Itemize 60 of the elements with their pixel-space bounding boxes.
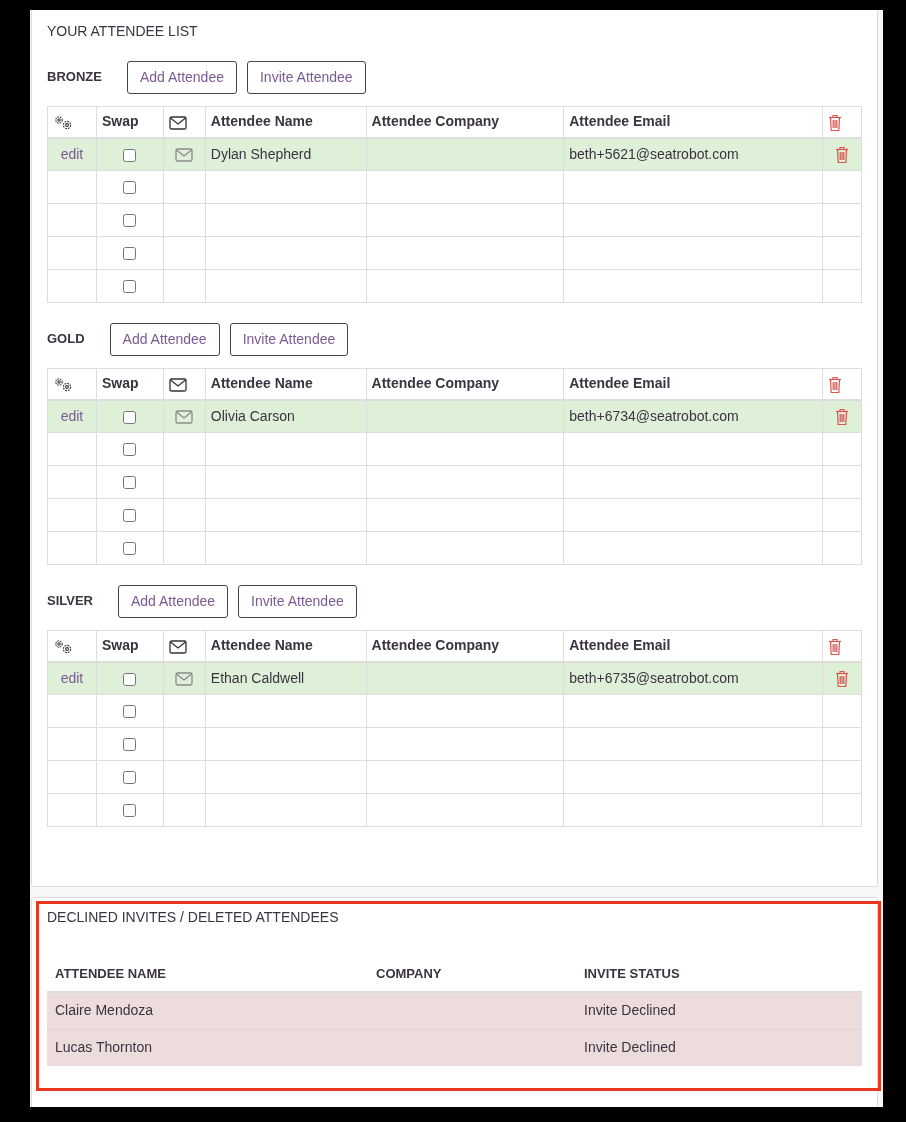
tier-label: BRONZE <box>47 67 102 86</box>
swap-checkbox[interactable] <box>123 771 137 785</box>
column-header: Attendee Name <box>205 368 367 400</box>
swap-checkbox[interactable] <box>123 804 137 818</box>
column-header: Swap <box>96 630 164 662</box>
envelope-icon[interactable] <box>175 148 194 163</box>
swap-checkbox[interactable] <box>123 476 137 490</box>
swap-checkbox[interactable] <box>123 214 137 228</box>
trash-icon[interactable] <box>835 670 849 689</box>
swap-checkbox[interactable] <box>123 247 137 261</box>
swap-checkbox[interactable] <box>123 280 137 294</box>
tier-label: SILVER <box>47 591 93 610</box>
column-header: Swap <box>96 106 164 138</box>
table-cell: Lucas Thornton <box>47 1029 368 1066</box>
swap-checkbox[interactable] <box>123 181 137 195</box>
column-header: Attendee Email <box>563 106 823 138</box>
tier-button[interactable]: Add Attendee <box>118 585 229 618</box>
section-title: YOUR ATTENDEE LIST <box>47 22 199 40</box>
table-cell: Dylan Shepherd <box>205 137 367 171</box>
tier-button[interactable]: Add Attendee <box>126 61 237 94</box>
swap-checkbox[interactable] <box>123 509 137 523</box>
table-cell: beth+6735@seatrobot.com <box>563 661 823 695</box>
column-header: Attendee Email <box>563 368 823 400</box>
column-header: Attendee Company <box>366 630 564 662</box>
envelope-icon <box>168 377 187 392</box>
tier-button[interactable]: Invite Attendee <box>238 585 357 618</box>
tier-button[interactable]: Add Attendee <box>109 323 220 356</box>
table-cell: Claire Mendoza <box>47 992 368 1029</box>
trash-icon[interactable] <box>835 146 849 165</box>
section-title: DECLINED INVITES / DELETED ATTENDEES <box>47 908 340 926</box>
tier-label: GOLD <box>47 329 85 348</box>
table-cell: Invite Declined <box>576 992 862 1029</box>
column-header: Attendee Name <box>205 630 367 662</box>
trash-icon[interactable] <box>828 375 842 394</box>
trash-icon[interactable] <box>835 408 849 427</box>
envelope-icon <box>168 115 187 130</box>
column-header: Attendee Company <box>366 368 564 400</box>
table-cell: Olivia Carson <box>205 399 367 433</box>
swap-checkbox[interactable] <box>123 705 137 719</box>
column-header: Swap <box>96 368 164 400</box>
table-cell: beth+5621@seatrobot.com <box>563 137 823 171</box>
swap-checkbox[interactable] <box>123 738 137 752</box>
tier-button[interactable]: Invite Attendee <box>229 323 349 356</box>
column-header: Attendee Company <box>366 106 564 138</box>
table-cell: Invite Declined <box>576 1029 862 1066</box>
swap-checkbox[interactable] <box>123 443 137 457</box>
swap-checkbox[interactable] <box>123 410 137 424</box>
table-cell: beth+6734@seatrobot.com <box>563 399 823 433</box>
swap-checkbox[interactable] <box>123 148 137 162</box>
table-cell: Ethan Caldwell <box>205 661 367 695</box>
tier-button[interactable]: Invite Attendee <box>246 61 366 94</box>
trash-icon[interactable] <box>828 113 842 132</box>
swap-checkbox[interactable] <box>123 672 137 686</box>
column-header: Attendee Email <box>563 630 823 662</box>
envelope-icon <box>168 639 187 654</box>
swap-checkbox[interactable] <box>123 542 137 556</box>
envelope-icon[interactable] <box>175 410 194 425</box>
column-header: Attendee Name <box>205 106 367 138</box>
trash-icon[interactable] <box>828 637 842 656</box>
envelope-icon[interactable] <box>175 672 194 687</box>
